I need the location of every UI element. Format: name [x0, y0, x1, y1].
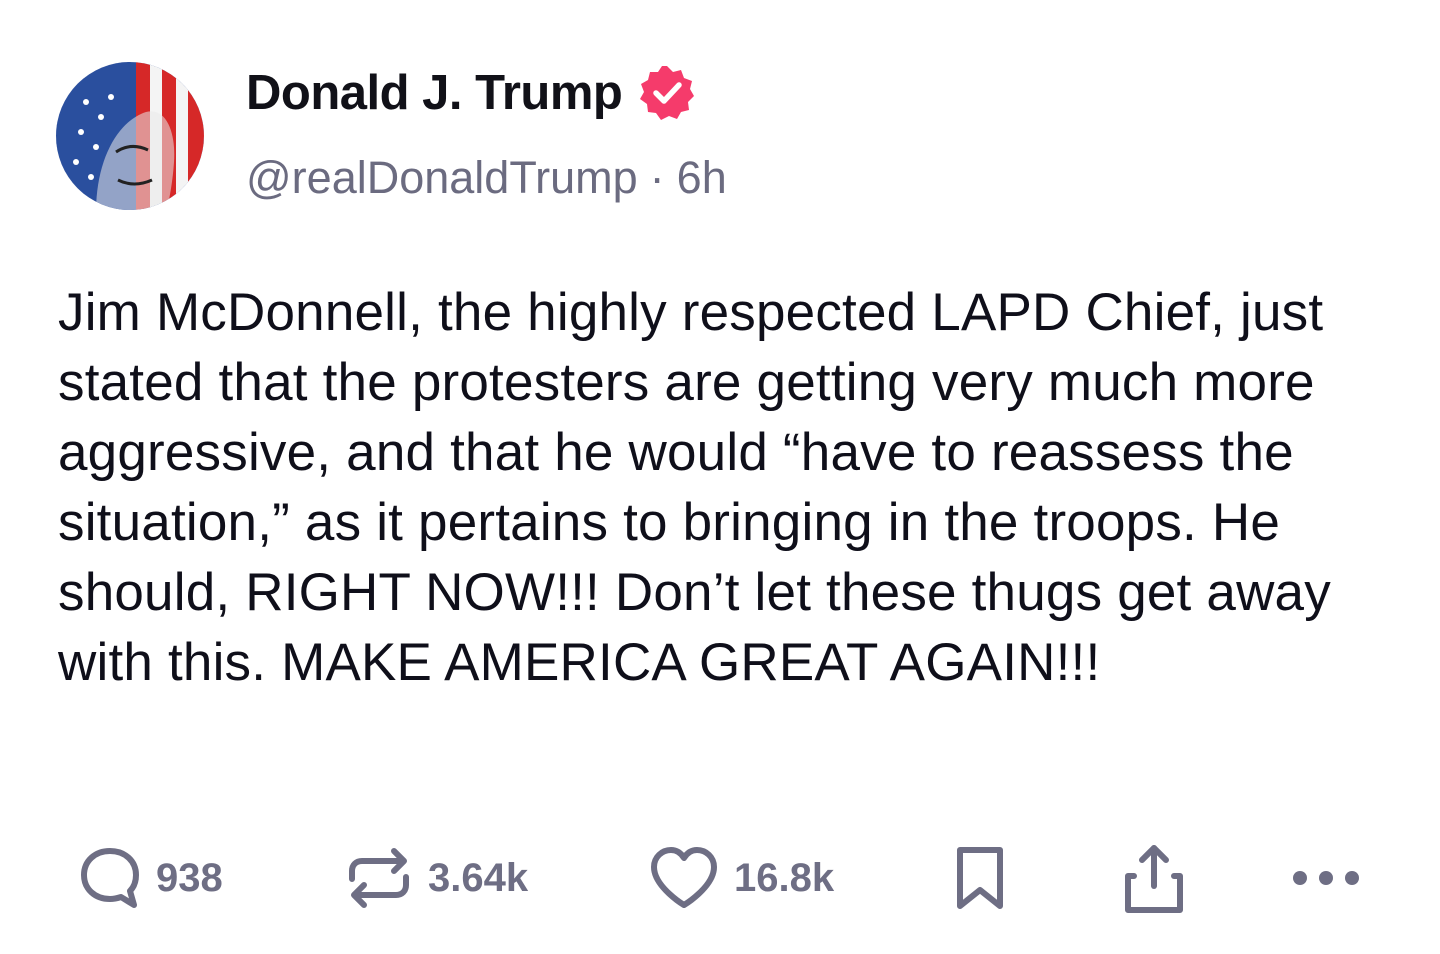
reply-count: 938 [156, 855, 223, 900]
bookmark-button[interactable] [950, 838, 1010, 918]
repost-icon [344, 843, 414, 913]
more-options-button[interactable] [1290, 838, 1362, 918]
meta-separator: · [649, 152, 665, 203]
truth-post: Donald J. Trump @realDonaldTrump · 6h Jim … [0, 0, 1440, 954]
heart-icon [648, 845, 720, 911]
bookmark-icon [950, 842, 1010, 914]
author-meta: @realDonaldTrump · 6h [246, 152, 727, 204]
author-display-name[interactable]: Donald J. Trump [246, 64, 696, 122]
reply-icon [78, 845, 142, 911]
reply-button[interactable]: 938 [78, 838, 223, 918]
like-count: 16.8k [734, 855, 835, 900]
verified-badge-icon [638, 64, 696, 122]
like-button[interactable]: 16.8k [648, 838, 834, 918]
avatar-image [56, 62, 204, 210]
author-avatar[interactable] [56, 62, 204, 210]
share-button[interactable] [1120, 838, 1188, 918]
repost-button[interactable]: 3.64k [344, 838, 528, 918]
post-body-text: Jim McDonnell, the highly respected LAPD… [58, 283, 1346, 692]
author-handle[interactable]: @realDonaldTrump [246, 152, 638, 203]
action-bar: 938 3.64k 16.8k [0, 838, 1440, 918]
repost-count: 3.64k [428, 855, 529, 900]
post-timestamp[interactable]: 6h [677, 152, 727, 203]
share-icon [1120, 840, 1188, 916]
more-icon [1290, 868, 1362, 888]
display-name-text: Donald J. Trump [246, 66, 623, 120]
